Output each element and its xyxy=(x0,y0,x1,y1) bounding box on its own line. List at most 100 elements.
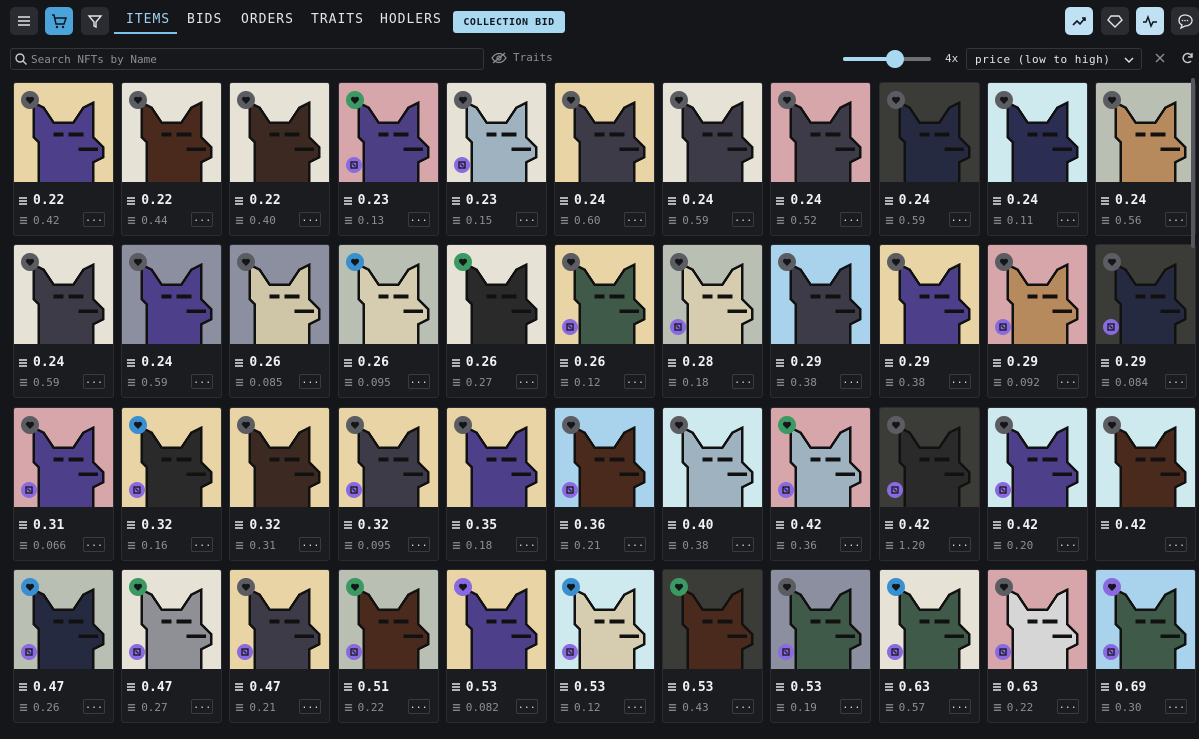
more-options-button[interactable]: ... xyxy=(515,374,538,390)
nft-card[interactable]: 0.24 0.60... xyxy=(554,82,655,236)
favorite-heart-button[interactable] xyxy=(562,415,580,434)
zoom-slider-handle[interactable] xyxy=(886,50,904,68)
favorite-heart-button[interactable] xyxy=(562,91,580,109)
more-options-button[interactable]: ... xyxy=(191,212,214,227)
nft-card[interactable]: 0.29 0.38... xyxy=(878,244,980,399)
favorite-heart-button[interactable] xyxy=(670,577,689,596)
nft-card[interactable]: 0.35 0.18... xyxy=(445,406,547,561)
favorite-heart-button[interactable] xyxy=(453,577,472,596)
nft-card[interactable]: 0.24 0.59... xyxy=(121,244,223,399)
nft-card[interactable]: 0.53 0.19... xyxy=(770,568,872,723)
tab-hodlers[interactable]: HODLERS xyxy=(380,12,442,27)
nft-card[interactable]: 0.63 0.57... xyxy=(878,568,980,723)
more-options-button[interactable]: ... xyxy=(1056,374,1079,390)
favorite-heart-button[interactable] xyxy=(453,415,472,434)
favorite-heart-button[interactable] xyxy=(994,253,1013,272)
more-options-button[interactable]: ... xyxy=(948,698,971,714)
favorite-heart-button[interactable] xyxy=(994,415,1013,434)
more-options-button[interactable]: ... xyxy=(515,536,538,552)
nft-card[interactable]: 0.47 0.27... xyxy=(121,568,223,723)
more-options-button[interactable]: ... xyxy=(1056,212,1079,227)
favorite-heart-button[interactable] xyxy=(345,91,364,109)
nft-card[interactable]: 0.32 0.095... xyxy=(337,406,439,561)
more-options-button[interactable]: ... xyxy=(191,698,214,714)
more-options-button[interactable]: ... xyxy=(1056,536,1079,552)
more-options-button[interactable]: ... xyxy=(624,374,646,390)
tab-bids[interactable]: BIDS xyxy=(187,12,222,27)
more-options-button[interactable]: ... xyxy=(732,698,755,714)
favorite-heart-button[interactable] xyxy=(453,253,472,272)
favorite-heart-button[interactable] xyxy=(994,91,1013,109)
diamond-button[interactable] xyxy=(1101,7,1129,35)
close-icon[interactable] xyxy=(1153,51,1167,65)
nft-card[interactable]: 0.24 0.59... xyxy=(13,244,114,399)
favorite-heart-button[interactable] xyxy=(129,415,148,434)
nft-card[interactable]: 0.32 0.31... xyxy=(229,406,331,561)
more-options-button[interactable]: ... xyxy=(299,212,322,227)
more-options-button[interactable]: ... xyxy=(840,698,863,714)
favorite-heart-button[interactable] xyxy=(21,577,39,596)
favorite-heart-button[interactable] xyxy=(1103,91,1121,109)
more-options-button[interactable]: ... xyxy=(407,698,430,714)
more-options-button[interactable]: ... xyxy=(948,374,971,390)
filter-button[interactable] xyxy=(81,7,109,35)
nft-card[interactable]: 0.42 0.36... xyxy=(770,406,872,561)
chat-button[interactable] xyxy=(1171,7,1199,35)
favorite-heart-button[interactable] xyxy=(345,253,364,272)
trending-button[interactable] xyxy=(1065,7,1093,35)
nft-card[interactable]: 0.26 0.12... xyxy=(554,244,655,399)
more-options-button[interactable]: ... xyxy=(407,536,430,552)
nft-card[interactable]: 0.31 0.066... xyxy=(13,406,114,561)
more-options-button[interactable]: ... xyxy=(840,536,863,552)
more-options-button[interactable]: ... xyxy=(83,212,105,227)
nft-card[interactable]: 0.42 0.20... xyxy=(986,406,1088,561)
more-options-button[interactable]: ... xyxy=(948,536,971,552)
collection-bid-button[interactable]: COLLECTION BID xyxy=(453,11,565,33)
nft-card[interactable]: 0.22 0.42... xyxy=(13,82,114,236)
more-options-button[interactable]: ... xyxy=(1165,536,1187,552)
search-input[interactable] xyxy=(31,51,471,67)
tab-items[interactable]: ITEMS xyxy=(126,12,170,27)
nft-card[interactable]: 0.69 0.30... xyxy=(1095,568,1196,723)
nft-card[interactable]: 0.22 0.44... xyxy=(121,82,223,236)
sort-select[interactable]: price (low to high) xyxy=(966,48,1142,70)
favorite-heart-button[interactable] xyxy=(345,577,364,596)
favorite-heart-button[interactable] xyxy=(21,415,39,434)
more-options-button[interactable]: ... xyxy=(840,212,863,227)
nft-card[interactable]: 0.51 0.22... xyxy=(337,568,439,723)
favorite-heart-button[interactable] xyxy=(778,415,797,434)
more-options-button[interactable]: ... xyxy=(948,212,971,227)
more-options-button[interactable]: ... xyxy=(624,536,646,552)
cart-button[interactable] xyxy=(45,7,73,35)
favorite-heart-button[interactable] xyxy=(886,577,905,596)
nft-card[interactable]: 0.32 0.16... xyxy=(121,406,223,561)
more-options-button[interactable]: ... xyxy=(732,374,755,390)
nft-card[interactable]: 0.40 0.38... xyxy=(662,406,764,561)
menu-button[interactable] xyxy=(10,7,38,35)
favorite-heart-button[interactable] xyxy=(886,253,905,272)
favorite-heart-button[interactable] xyxy=(21,91,39,109)
nft-card[interactable]: 0.28 0.18... xyxy=(662,244,764,399)
more-options-button[interactable]: ... xyxy=(732,212,755,227)
nft-card[interactable]: 0.53 0.082... xyxy=(445,568,547,723)
more-options-button[interactable]: ... xyxy=(732,536,755,552)
favorite-heart-button[interactable] xyxy=(129,577,148,596)
nft-card[interactable]: 0.42... xyxy=(1095,406,1196,561)
nft-card[interactable]: 0.24 0.11... xyxy=(986,82,1088,236)
nft-card[interactable]: 0.29 0.38... xyxy=(770,244,872,399)
favorite-heart-button[interactable] xyxy=(994,577,1013,596)
nft-card[interactable]: 0.47 0.21... xyxy=(229,568,331,723)
favorite-heart-button[interactable] xyxy=(345,415,364,434)
more-options-button[interactable]: ... xyxy=(1165,374,1187,390)
more-options-button[interactable]: ... xyxy=(840,374,863,390)
nft-card[interactable]: 0.53 0.12... xyxy=(554,568,655,723)
nft-card[interactable]: 0.53 0.43... xyxy=(662,568,764,723)
more-options-button[interactable]: ... xyxy=(83,536,105,552)
nft-card[interactable]: 0.24 0.59... xyxy=(662,82,764,236)
more-options-button[interactable]: ... xyxy=(1056,698,1079,714)
nft-card[interactable]: 0.29 0.084... xyxy=(1095,244,1196,399)
favorite-heart-button[interactable] xyxy=(670,415,689,434)
more-options-button[interactable]: ... xyxy=(515,212,538,227)
scrollbar[interactable] xyxy=(1191,78,1195,248)
nft-card[interactable]: 0.24 0.56... xyxy=(1095,82,1196,236)
